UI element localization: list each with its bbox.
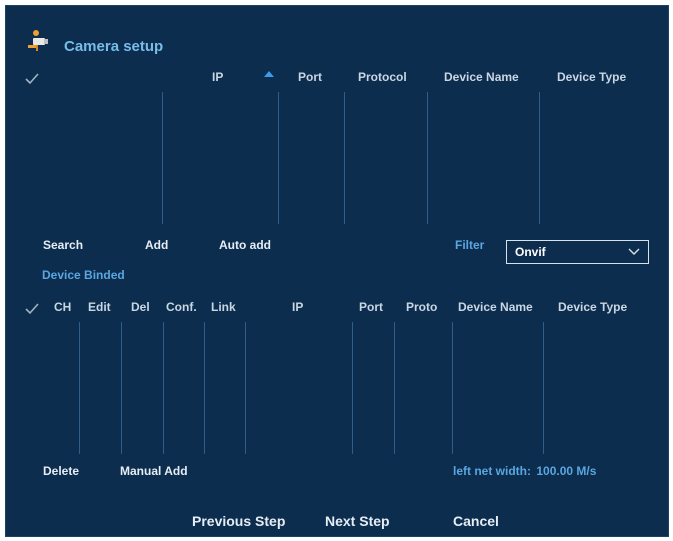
- cancel-button[interactable]: Cancel: [453, 513, 499, 529]
- binded-select-all-checkbox[interactable]: [24, 302, 40, 316]
- sort-ascending-icon[interactable]: [263, 70, 275, 78]
- column-header-binded-device-name[interactable]: Device Name: [458, 300, 533, 314]
- column-divider: [278, 92, 279, 224]
- column-header-device-type[interactable]: Device Type: [557, 70, 626, 84]
- select-all-checkbox[interactable]: [24, 72, 40, 86]
- column-header-proto[interactable]: Proto: [406, 300, 437, 314]
- column-divider: [427, 92, 428, 224]
- column-header-binded-device-type[interactable]: Device Type: [558, 300, 627, 314]
- column-divider: [204, 322, 205, 454]
- filter-selected-value: Onvif: [515, 245, 546, 259]
- column-header-binded-port[interactable]: Port: [359, 300, 383, 314]
- page-title: Camera setup: [64, 38, 164, 55]
- manual-add-button[interactable]: Manual Add: [120, 464, 188, 478]
- filter-select[interactable]: Onvif: [506, 240, 649, 264]
- column-divider: [245, 322, 246, 454]
- column-header-binded-ip[interactable]: IP: [292, 300, 303, 314]
- column-divider: [79, 322, 80, 454]
- add-button[interactable]: Add: [145, 238, 168, 252]
- column-header-port[interactable]: Port: [298, 70, 322, 84]
- column-divider: [394, 322, 395, 454]
- column-divider: [352, 322, 353, 454]
- column-header-protocol[interactable]: Protocol: [358, 70, 407, 84]
- column-header-link[interactable]: Link: [211, 300, 236, 314]
- previous-step-button[interactable]: Previous Step: [192, 513, 285, 529]
- column-divider: [539, 92, 540, 224]
- column-header-ch[interactable]: CH: [54, 300, 71, 314]
- column-header-conf[interactable]: Conf.: [166, 300, 197, 314]
- search-button[interactable]: Search: [43, 238, 83, 252]
- delete-button[interactable]: Delete: [43, 464, 79, 478]
- column-divider: [452, 322, 453, 454]
- device-binded-label: Device Binded: [42, 268, 125, 282]
- camera-setup-dialog: Camera setup IP Port Protocol Device Nam…: [5, 5, 669, 537]
- camera-setup-icon: [28, 30, 48, 51]
- bandwidth-value: 100.00 M/s: [536, 464, 597, 478]
- chevron-down-icon: [628, 248, 640, 255]
- bandwidth-label-text: left net width:: [453, 464, 531, 478]
- column-header-edit[interactable]: Edit: [88, 300, 111, 314]
- bandwidth-label: left net width: 100.00 M/s: [453, 464, 596, 478]
- column-divider: [162, 92, 163, 224]
- column-header-ip[interactable]: IP: [212, 70, 223, 84]
- column-header-del[interactable]: Del: [131, 300, 150, 314]
- column-divider: [543, 322, 544, 454]
- filter-label: Filter: [455, 238, 485, 252]
- column-divider: [163, 322, 164, 454]
- next-step-button[interactable]: Next Step: [325, 513, 390, 529]
- column-divider: [121, 322, 122, 454]
- auto-add-button[interactable]: Auto add: [219, 238, 271, 252]
- column-header-device-name[interactable]: Device Name: [444, 70, 519, 84]
- binded-devices-table[interactable]: [16, 322, 660, 454]
- search-results-table[interactable]: [16, 92, 660, 224]
- column-divider: [344, 92, 345, 224]
